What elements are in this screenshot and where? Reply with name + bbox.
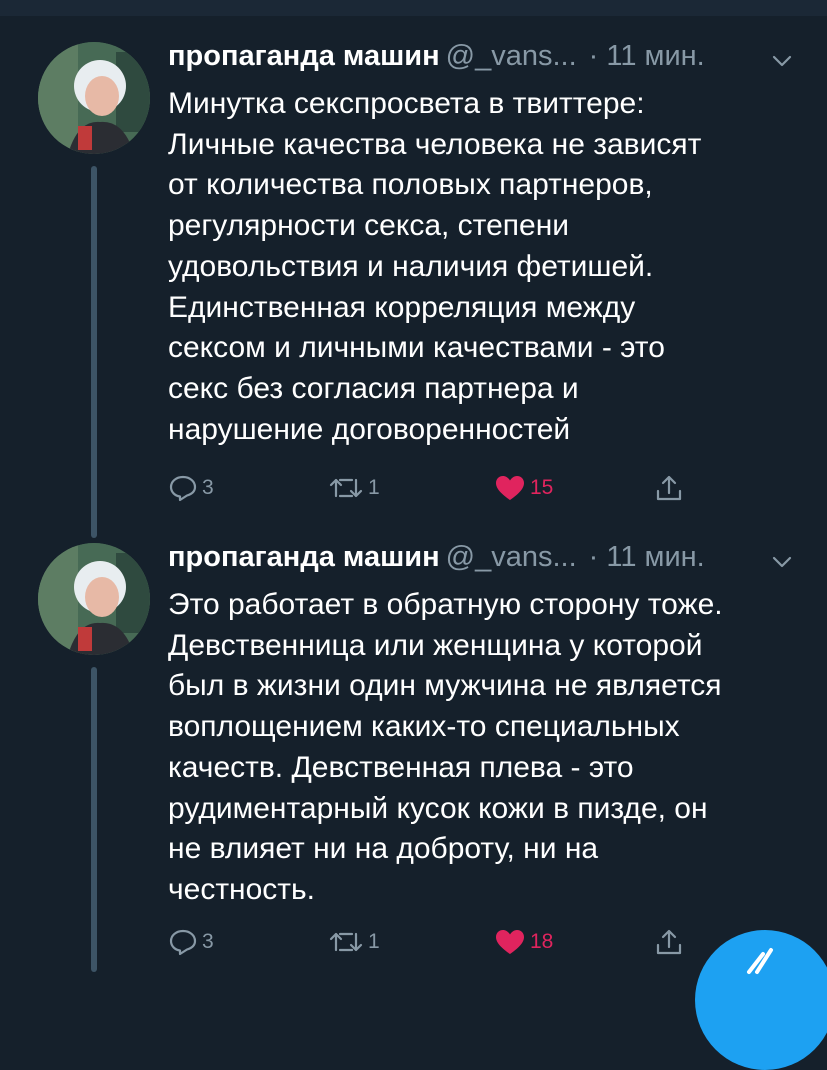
tweet-time[interactable]: · 11 мин. (589, 541, 705, 573)
tweet[interactable]: пропаганда машин @_vans... · 11 мин. Это р… (0, 541, 827, 972)
author-handle[interactable]: @_vans... (446, 541, 577, 573)
share-icon (656, 929, 682, 955)
tweet-header: пропаганда машин @_vans... · 11 мин. (168, 541, 807, 589)
compose-icon (747, 948, 773, 974)
share-icon (656, 475, 682, 501)
tweet-time[interactable]: · 11 мин. (589, 40, 705, 72)
share-button[interactable] (654, 468, 684, 508)
retweet-count: 1 (368, 930, 380, 953)
author-name[interactable]: пропаганда машин (168, 40, 440, 72)
avatar[interactable] (38, 42, 150, 154)
thread-line (91, 166, 97, 538)
like-button[interactable]: 15 (494, 468, 553, 508)
heart-icon (496, 476, 524, 500)
tweet[interactable]: пропаганда машин @_vans... · 11 мин. Минут… (0, 40, 827, 540)
author-name[interactable]: пропаганда машин (168, 541, 440, 573)
avatar[interactable] (38, 543, 150, 655)
like-count: 15 (530, 476, 554, 499)
reply-count: 3 (202, 476, 214, 499)
reply-icon (169, 475, 197, 502)
tweet-text: Минутка секспросвета в твиттере: Личные … (168, 87, 702, 446)
chevron-down-icon[interactable] (771, 553, 793, 571)
tweet-actions: 3 1 18 (168, 922, 728, 962)
retweet-icon (329, 478, 363, 498)
share-button[interactable] (654, 922, 684, 962)
like-count: 18 (530, 930, 554, 953)
reply-count: 3 (202, 930, 214, 953)
top-separator (0, 0, 827, 16)
retweet-button[interactable]: 1 (328, 468, 380, 508)
like-button[interactable]: 18 (494, 922, 553, 962)
thread-line (91, 667, 97, 972)
reply-button[interactable]: 3 (168, 468, 214, 508)
chevron-down-icon[interactable] (771, 52, 793, 70)
reply-icon (169, 929, 197, 956)
retweet-count: 1 (368, 476, 380, 499)
author-handle[interactable]: @_vans... (446, 40, 577, 72)
tweet-header: пропаганда машин @_vans... · 11 мин. (168, 40, 807, 88)
retweet-button[interactable]: 1 (328, 922, 380, 962)
tweet-actions: 3 1 15 (168, 468, 728, 508)
tweet-text: Это работает в обратную сторону тоже. Де… (168, 588, 723, 906)
compose-button[interactable] (695, 930, 827, 1070)
reply-button[interactable]: 3 (168, 922, 214, 962)
retweet-icon (329, 932, 363, 952)
heart-icon (496, 930, 524, 954)
